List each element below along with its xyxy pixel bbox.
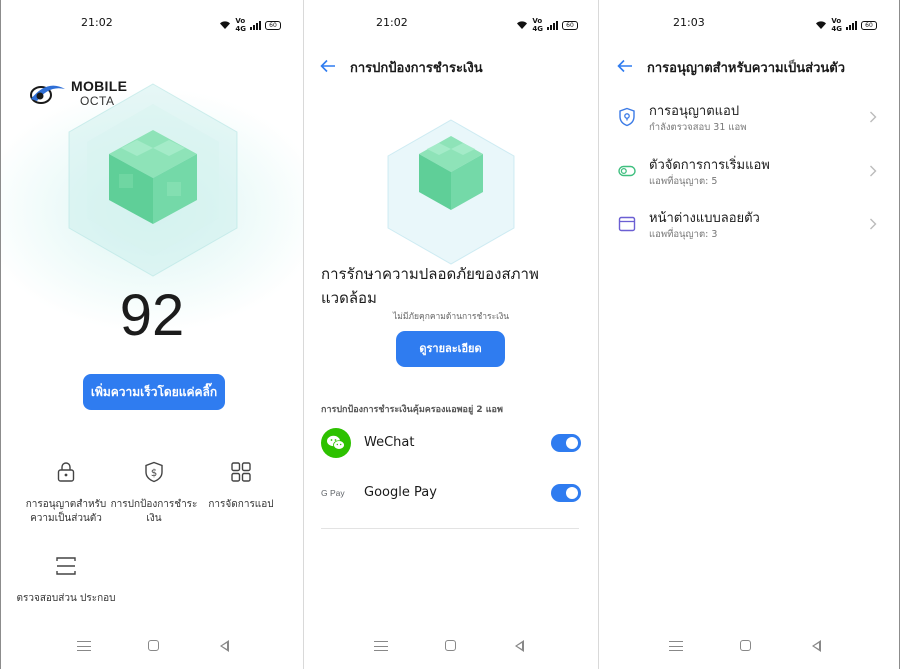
list-divider bbox=[321, 528, 579, 529]
tool-privacy-permissions[interactable]: การอนุญาตสำหรับ ความเป็นส่วนตัว bbox=[16, 461, 116, 526]
perm-item-subtitle: แอพที่อนุญาต: 5 bbox=[649, 176, 718, 187]
battery-icon: 60 bbox=[562, 20, 578, 30]
perm-item-title: การอนุญาตแอป bbox=[649, 104, 740, 119]
status-bar: 21:03 Vo 4G 60 bbox=[599, 16, 899, 34]
battery-icon: 60 bbox=[861, 20, 877, 30]
battery-icon: 60 bbox=[265, 20, 281, 30]
google-pay-icon: G Pay bbox=[321, 488, 345, 498]
app-row-google-pay[interactable]: G Pay Google Pay bbox=[321, 478, 581, 508]
app-row-wechat[interactable]: WeChat bbox=[321, 428, 581, 458]
toggle-icon bbox=[618, 165, 636, 177]
back-arrow-icon[interactable] bbox=[617, 59, 633, 73]
view-details-button[interactable]: ดูรายละเอียด bbox=[396, 331, 505, 367]
security-cube-icon bbox=[109, 130, 197, 224]
chevron-right-icon bbox=[870, 165, 877, 177]
status-icons: Vo 4G 60 bbox=[219, 17, 281, 33]
recent-apps-icon[interactable] bbox=[374, 641, 388, 651]
logo-mark-icon bbox=[30, 85, 65, 104]
navigation-bar bbox=[599, 638, 899, 654]
lock-icon bbox=[57, 462, 75, 482]
wifi-icon bbox=[220, 21, 231, 29]
navigation-bar bbox=[304, 638, 598, 654]
perm-item-startup-manager[interactable]: ตัวจัดการการเริ่มแอพ แอพที่อนุญาต: 5 bbox=[617, 154, 879, 194]
phone-manager-home-screen: 21:02 Vo 4G 60 MOBILE OCTA 92 เพิ่มความเร… bbox=[1, 0, 303, 669]
chevron-right-icon bbox=[870, 218, 877, 230]
chevron-right-icon bbox=[870, 111, 877, 123]
tool-payment-protection[interactable]: $ การปกป้องการชำระ เงิน bbox=[104, 461, 204, 526]
home-icon[interactable] bbox=[445, 640, 456, 651]
security-cube-icon bbox=[419, 136, 483, 210]
status-bar: 21:02 Vo 4G 60 bbox=[304, 16, 598, 34]
signal-icon bbox=[547, 20, 558, 30]
perm-item-app-permissions[interactable]: การอนุญาตแอป กำลังตรวจสอบ 31 แอพ bbox=[617, 100, 879, 140]
logo-text-mobile: MOBILE bbox=[71, 78, 128, 94]
status-time: 21:02 bbox=[81, 16, 113, 29]
status-icons: Vo 4G 60 bbox=[516, 17, 578, 33]
privacy-permissions-screen: 21:03 Vo 4G 60 การอนุญาตสำหรับความเป็นส่ว… bbox=[599, 0, 899, 669]
tool-label: การปกป้องการชำระ เงิน bbox=[110, 499, 198, 524]
dollar-shield-icon: $ bbox=[145, 461, 163, 483]
volte-icon: Vo 4G bbox=[831, 17, 842, 33]
mobile-octa-logo: MOBILE OCTA bbox=[27, 78, 137, 110]
tool-label: ตรวจสอบส่วน ประกอบ bbox=[16, 593, 116, 604]
wechat-icon bbox=[321, 428, 351, 458]
home-icon[interactable] bbox=[148, 640, 159, 651]
status-icons: Vo 4G 60 bbox=[815, 17, 877, 33]
status-time: 21:02 bbox=[376, 16, 408, 29]
app-name: WeChat bbox=[364, 435, 415, 450]
payment-protection-screen: 21:02 Vo 4G 60 การปกป้องการชำระเงิน การรั… bbox=[304, 0, 598, 669]
signal-icon bbox=[250, 20, 261, 30]
tool-component-check[interactable]: ตรวจสอบส่วน ประกอบ bbox=[16, 555, 116, 606]
no-threat-text: ไม่มีภัยคุกคามด้านการชำระเงิน bbox=[392, 312, 510, 322]
back-arrow-icon[interactable] bbox=[320, 59, 336, 73]
volte-icon: Vo 4G bbox=[532, 17, 543, 33]
status-bar: 21:02 Vo 4G 60 bbox=[1, 16, 303, 34]
status-time: 21:03 bbox=[673, 16, 705, 29]
header: การปกป้องการชำระเงิน bbox=[304, 56, 598, 78]
google-pay-protection-toggle[interactable] bbox=[551, 484, 581, 502]
recent-apps-icon[interactable] bbox=[669, 641, 683, 651]
window-icon bbox=[618, 216, 636, 232]
perm-item-title: หน้าต่างแบบลอยตัว bbox=[649, 211, 760, 226]
recent-apps-icon[interactable] bbox=[77, 641, 91, 651]
perm-item-subtitle: กำลังตรวจสอบ 31 แอพ bbox=[649, 122, 747, 133]
header: การอนุญาตสำหรับความเป็นส่วนตัว bbox=[599, 56, 899, 78]
tool-label: การอนุญาตสำหรับ ความเป็นส่วนตัว bbox=[25, 499, 107, 524]
back-nav-icon[interactable] bbox=[515, 640, 524, 652]
svg-text:$: $ bbox=[151, 468, 157, 479]
app-name: Google Pay bbox=[364, 485, 437, 500]
wechat-protection-toggle[interactable] bbox=[551, 434, 581, 452]
logo-text-octa: OCTA bbox=[80, 94, 115, 108]
shield-location-icon bbox=[619, 107, 635, 127]
back-nav-icon[interactable] bbox=[812, 640, 821, 652]
boost-button[interactable]: เพิ่มความเร็วโดยแค่คลิ๊ก bbox=[83, 374, 225, 410]
tool-label: การจัดการแอป bbox=[208, 499, 274, 510]
perm-item-floating-window[interactable]: หน้าต่างแบบลอยตัว แอพที่อนุญาต: 3 bbox=[617, 207, 879, 247]
protected-apps-label: การปกป้องการชำระเงินคุ้มครองแอพอยู่ 2 แอ… bbox=[321, 405, 503, 415]
back-nav-icon[interactable] bbox=[220, 640, 229, 652]
wifi-icon bbox=[816, 21, 827, 29]
volte-icon: Vo 4G bbox=[235, 17, 246, 33]
home-icon[interactable] bbox=[740, 640, 751, 651]
signal-icon bbox=[846, 20, 857, 30]
page-title: การอนุญาตสำหรับความเป็นส่วนตัว bbox=[647, 61, 846, 76]
perm-item-subtitle: แอพที่อนุญาต: 3 bbox=[649, 229, 718, 240]
page-title: การปกป้องการชำระเงิน bbox=[350, 61, 483, 76]
tool-app-management[interactable]: การจัดการแอป bbox=[191, 461, 291, 512]
app-grid-icon bbox=[231, 462, 251, 482]
wifi-icon bbox=[517, 21, 528, 29]
navigation-bar bbox=[1, 638, 303, 654]
perm-item-title: ตัวจัดการการเริ่มแอพ bbox=[649, 158, 770, 173]
optimization-score: 92 bbox=[119, 283, 185, 348]
environment-safety-text: การรักษาความปลอดภัยของสภาพ แวดล้อม bbox=[321, 265, 539, 307]
scan-icon bbox=[56, 557, 76, 575]
